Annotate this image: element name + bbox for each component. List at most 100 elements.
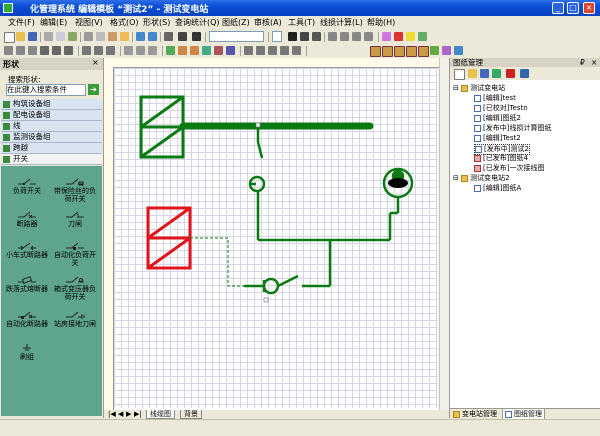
menu-tools[interactable]: 工具(T) xyxy=(288,17,315,28)
menu-file[interactable]: 文件(F) xyxy=(8,17,35,28)
align-left-icon[interactable] xyxy=(328,32,337,41)
menu-edit[interactable]: 编辑(E) xyxy=(40,17,67,28)
undo-icon[interactable] xyxy=(136,32,145,41)
align-right-icon[interactable] xyxy=(352,32,361,41)
ungroup-icon[interactable] xyxy=(136,46,145,55)
category-structure[interactable]: 构筑设备组 xyxy=(1,99,102,110)
tree-node[interactable]: [编辑]Test2 xyxy=(474,134,521,143)
tab-substation-manager[interactable]: 变电站管理 xyxy=(453,409,497,419)
search-go-icon[interactable]: ➔ xyxy=(88,84,99,95)
shadow-icon[interactable] xyxy=(418,32,427,41)
tree-node[interactable]: [编辑]图纸2 xyxy=(474,114,521,123)
glue-icon[interactable] xyxy=(268,46,277,55)
stencil-icon-5[interactable] xyxy=(418,46,429,57)
layer-icon[interactable] xyxy=(202,46,211,55)
lock-icon[interactable] xyxy=(214,46,223,55)
fill-color-icon[interactable] xyxy=(382,32,391,41)
minimize-button[interactable]: _ xyxy=(552,2,564,14)
green-switchgear-shape[interactable] xyxy=(139,95,185,159)
stencil-icon-3[interactable] xyxy=(394,46,405,57)
line-ends-icon[interactable] xyxy=(106,46,115,55)
menu-drawing[interactable]: 图纸(Z) xyxy=(222,17,250,28)
rotate-icon[interactable] xyxy=(148,46,157,55)
align-center-icon[interactable] xyxy=(340,32,349,41)
dashed-connector[interactable] xyxy=(190,237,244,287)
connect-shapes-icon[interactable] xyxy=(292,46,301,55)
print-icon[interactable] xyxy=(44,32,53,41)
font-color-icon[interactable] xyxy=(406,32,415,41)
align-top-icon[interactable] xyxy=(4,46,13,55)
sheet-nav-last-icon[interactable]: ▶| xyxy=(134,410,142,418)
category-line[interactable]: 线 xyxy=(1,121,102,132)
bottom-switch-shape[interactable] xyxy=(244,240,332,295)
menu-shape[interactable]: 形状(S) xyxy=(143,17,170,28)
snap-icon[interactable] xyxy=(256,46,265,55)
category-monitor[interactable]: 监测设备组 xyxy=(1,132,102,143)
stencil-icon-2[interactable] xyxy=(382,46,393,57)
load-switch-shape[interactable] xyxy=(248,128,390,242)
text-tool-icon[interactable] xyxy=(192,32,201,41)
tree-node[interactable]: [已发布]一次接线图 xyxy=(474,164,544,173)
tree-node[interactable]: [已发布]图纸4 xyxy=(474,154,528,163)
sheet-nav-prev-icon[interactable]: ◀ xyxy=(118,410,123,418)
menu-view[interactable]: 视图(V) xyxy=(75,17,103,28)
category-crossing[interactable]: 跨越 xyxy=(1,143,102,154)
align-bottom-icon[interactable] xyxy=(28,46,37,55)
tree-node[interactable]: [编辑]图纸A xyxy=(474,184,521,193)
publish-icon[interactable] xyxy=(520,69,529,78)
save-icon[interactable] xyxy=(28,32,37,41)
size-position-icon[interactable] xyxy=(280,46,289,55)
zoom-combo[interactable] xyxy=(209,31,264,42)
close-button[interactable]: × xyxy=(583,2,595,14)
stencil-icon-8[interactable] xyxy=(454,46,463,55)
pin-icon[interactable]: ₽ xyxy=(580,58,585,67)
line-color-icon[interactable] xyxy=(394,32,403,41)
tree-node[interactable]: [已校对]Testn xyxy=(474,104,528,113)
menu-query[interactable]: 查询统计(Q) xyxy=(175,17,220,28)
search-input[interactable]: 在此键入搜索条件 xyxy=(6,84,86,96)
connector-icon[interactable] xyxy=(178,32,187,41)
category-distribution[interactable]: 配电设备组 xyxy=(1,110,102,121)
shape-fused-load-switch[interactable]: 带保险丝的负荷开关 xyxy=(51,178,99,203)
shape-auto-load-switch[interactable]: 自动化负荷开关 xyxy=(51,242,99,267)
transformer-shape[interactable] xyxy=(382,167,414,240)
menu-lineloss[interactable]: 线损计算(L) xyxy=(320,17,363,28)
stencil-icon-7[interactable] xyxy=(442,46,451,55)
shape-box-transformer-switch[interactable]: 箱式变压器负荷开关 xyxy=(51,276,99,301)
text-style-icon[interactable] xyxy=(40,46,49,55)
shape-disconnector[interactable]: 刀闸 xyxy=(51,211,99,228)
paste-icon[interactable] xyxy=(108,32,117,41)
copy-icon[interactable] xyxy=(96,32,105,41)
grid-toggle-icon[interactable] xyxy=(226,46,235,55)
shape-cart-breaker[interactable]: 小车式断路器 xyxy=(3,242,51,259)
vertical-scrollbar[interactable] xyxy=(439,58,449,410)
line-weight-icon[interactable] xyxy=(82,46,91,55)
shape-load-switch[interactable]: 负荷开关 xyxy=(3,178,51,195)
tree-node[interactable]: ⊟ 测试变电站 xyxy=(453,84,505,93)
panel-close-icon[interactable]: × xyxy=(591,58,597,67)
redo-icon[interactable] xyxy=(148,32,157,41)
tree-node[interactable]: [发布中]线损计算图纸 xyxy=(474,124,551,133)
font-size-up-icon[interactable] xyxy=(52,46,61,55)
send-back-icon[interactable] xyxy=(190,46,199,55)
save-drawing-icon[interactable] xyxy=(480,69,489,78)
shape-auto-breaker[interactable]: 自动化断路器 xyxy=(3,311,51,328)
italic-icon[interactable] xyxy=(300,32,309,41)
shape-brush-group[interactable]: 刷组 xyxy=(3,344,51,361)
insert-symbol-icon[interactable] xyxy=(166,46,175,55)
bring-front-icon[interactable] xyxy=(178,46,187,55)
tree-node[interactable]: [编辑]test xyxy=(474,94,516,103)
spell-icon[interactable] xyxy=(68,32,77,41)
sheet-nav-next-icon[interactable]: ▶ xyxy=(126,410,131,418)
line-pattern-icon[interactable] xyxy=(94,46,103,55)
shape-station-ground-switch[interactable]: 站房接地刀闸 xyxy=(51,311,99,328)
delete-icon[interactable] xyxy=(506,69,515,78)
drawing-canvas[interactable] xyxy=(104,58,449,410)
distribute-icon[interactable] xyxy=(244,46,253,55)
panel-close-icon[interactable]: × xyxy=(92,58,99,67)
selected-switchgear-shape[interactable] xyxy=(146,206,192,270)
group-icon[interactable] xyxy=(124,46,133,55)
align-middle-icon[interactable] xyxy=(16,46,25,55)
align-justify-icon[interactable] xyxy=(364,32,373,41)
stencil-icon-1[interactable] xyxy=(370,46,381,57)
